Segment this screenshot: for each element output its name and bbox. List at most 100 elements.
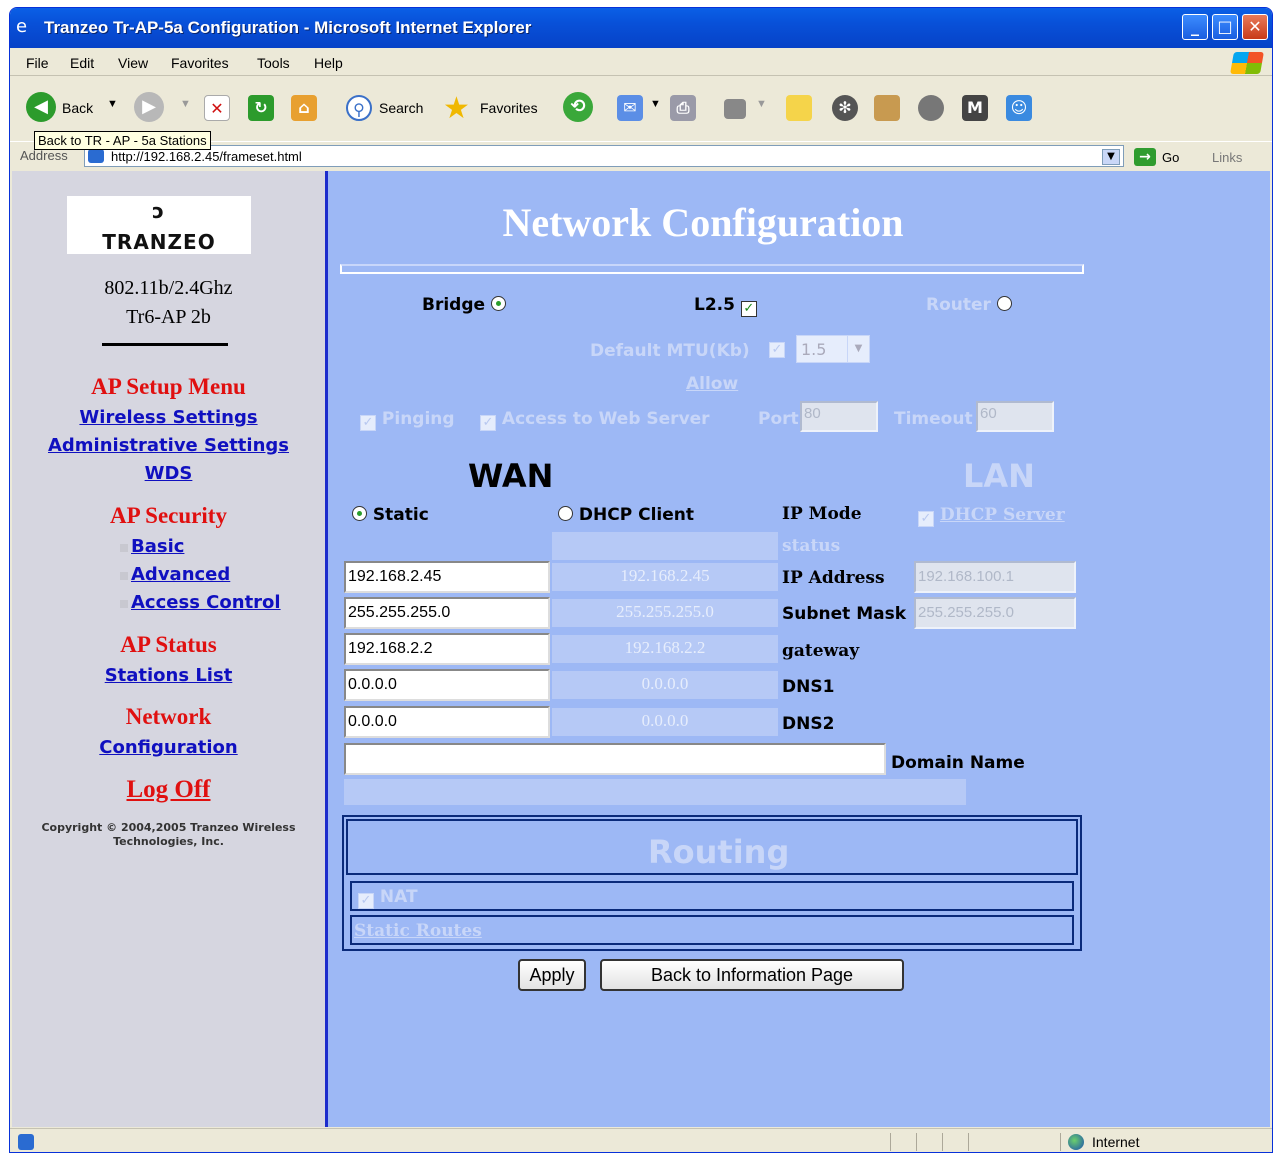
logo-wordmark: TRANZEO (102, 230, 216, 254)
access-control-link[interactable]: Access Control (131, 592, 281, 613)
mtu-dropdown-icon[interactable]: ▼ (847, 336, 869, 362)
address-input[interactable]: http://192.168.2.45/frameset.html (84, 145, 1124, 167)
back-button-label[interactable]: Back (62, 100, 93, 116)
search-icon[interactable]: ⚲ (346, 95, 372, 121)
log-off-link[interactable]: Log Off (126, 776, 210, 803)
default-mtu-label: Default MTU(Kb) (590, 341, 750, 361)
wan-dns1-input[interactable]: 0.0.0.0 (344, 669, 550, 701)
page-content: ↄ TRANZEO 802.11b/2.4Ghz Tr6-AP 2b AP Se… (12, 171, 1270, 1127)
wireless-settings-link[interactable]: Wireless Settings (79, 407, 257, 428)
messenger-icon[interactable]: ✻ (832, 95, 858, 121)
close-button[interactable]: ✕ (1242, 14, 1268, 40)
edit-dropdown-icon[interactable]: ▼ (756, 98, 767, 110)
web-access-option[interactable]: ✓ Access to Web Server (480, 409, 710, 431)
pinging-option[interactable]: ✓ Pinging (360, 409, 455, 431)
nat-option[interactable]: ✓ NAT (358, 887, 418, 909)
l25-checkbox[interactable]: ✓ (740, 301, 757, 317)
web-access-checkbox[interactable]: ✓ (480, 415, 496, 431)
back-dropdown-icon[interactable]: ▼ (107, 98, 118, 110)
status-separator (890, 1133, 891, 1151)
lan-subnet-input[interactable]: 255.255.255.0 (914, 597, 1076, 629)
timeout-input[interactable]: 60 (976, 401, 1054, 432)
wan-heading: WAN (468, 457, 554, 495)
wan-gateway-input[interactable]: 192.168.2.2 (344, 633, 550, 665)
mtu-checkbox[interactable]: ✓ (769, 342, 785, 358)
dhcp-client-option[interactable]: DHCP Client (558, 505, 694, 525)
wan-subnet-input[interactable]: 255.255.255.0 (344, 597, 550, 629)
wan-ip-input[interactable]: 192.168.2.45 (344, 561, 550, 593)
address-dropdown-icon[interactable]: ▼ (1102, 149, 1120, 165)
title-rule (340, 264, 1084, 274)
menu-edit[interactable]: Edit (70, 55, 94, 71)
apply-button[interactable]: Apply (518, 959, 586, 991)
menu-file[interactable]: File (26, 55, 49, 71)
users-icon[interactable]: ☺ (1006, 95, 1032, 121)
l25-option[interactable]: L2.5 ✓ (694, 295, 757, 317)
pinging-checkbox[interactable]: ✓ (360, 415, 376, 431)
static-option[interactable]: Static (352, 505, 429, 525)
research-icon[interactable] (874, 95, 900, 121)
media-icon[interactable]: M (962, 95, 988, 121)
forward-dropdown-icon[interactable]: ▼ (180, 98, 191, 110)
go-arrow-icon[interactable]: → (1134, 148, 1156, 166)
advanced-link[interactable]: Advanced (131, 564, 230, 585)
menu-tools[interactable]: Tools (257, 55, 290, 71)
domain-name-input[interactable] (344, 743, 886, 775)
back-to-information-button[interactable]: Back to Information Page (600, 959, 904, 991)
mtu-select[interactable]: 1.5 ▼ (796, 335, 870, 363)
links-toolbar[interactable]: Links (1212, 150, 1242, 165)
mail-icon[interactable]: ✉ (617, 95, 643, 121)
menu-favorites[interactable]: Favorites (171, 55, 229, 71)
status-subnet: 255.255.255.0 (552, 599, 778, 627)
forward-arrow-icon[interactable]: ▶ (134, 92, 164, 122)
bridge-option[interactable]: Bridge (422, 295, 506, 315)
bridge-radio[interactable] (490, 296, 506, 311)
basic-link[interactable]: Basic (131, 536, 184, 557)
static-routes-link[interactable]: Static Routes (354, 921, 482, 941)
home-icon[interactable]: ⌂ (291, 95, 317, 121)
internet-zone-icon (1068, 1134, 1084, 1150)
discuss-icon[interactable] (786, 95, 812, 121)
stations-list-link[interactable]: Stations List (105, 665, 233, 686)
wds-link[interactable]: WDS (145, 463, 193, 484)
menu-view[interactable]: View (118, 55, 148, 71)
dhcp-server-checkbox[interactable]: ✓ (918, 511, 934, 527)
search-button-label[interactable]: Search (379, 100, 423, 116)
menu-bar: File Edit View Favorites Tools Help (10, 48, 1272, 76)
print-icon[interactable]: ⎙ (670, 95, 696, 121)
dns2-label: DNS2 (782, 714, 835, 734)
minimize-button[interactable]: _ (1182, 14, 1208, 40)
back-arrow-icon[interactable]: ◀ (26, 92, 56, 122)
edit-icon[interactable] (724, 99, 746, 119)
lan-ip-input[interactable]: 192.168.100.1 (914, 561, 1076, 593)
static-label: Static (372, 505, 429, 525)
status-separator (916, 1133, 917, 1151)
favorites-button-label[interactable]: Favorites (480, 100, 538, 116)
status-header-bar (552, 532, 778, 560)
dhcp-client-radio[interactable] (558, 506, 573, 521)
lan-heading: LAN (963, 457, 1035, 495)
chat-icon[interactable] (918, 95, 944, 121)
router-radio[interactable] (996, 296, 1012, 311)
dhcp-server-option[interactable]: ✓ DHCP Server (918, 505, 1065, 527)
nat-checkbox[interactable]: ✓ (358, 893, 374, 909)
port-input[interactable]: 80 (800, 401, 878, 432)
stop-icon[interactable]: ✕ (204, 95, 230, 121)
copyright-line-2: Technologies, Inc. (113, 835, 224, 848)
maximize-button[interactable]: □ (1212, 14, 1238, 40)
history-icon[interactable]: ⟲ (563, 92, 593, 122)
go-button[interactable]: Go (1162, 150, 1179, 165)
administrative-settings-link[interactable]: Administrative Settings (48, 435, 289, 456)
windows-logo-icon (1230, 52, 1264, 74)
refresh-icon[interactable]: ↻ (248, 95, 274, 121)
wan-dns2-input[interactable]: 0.0.0.0 (344, 706, 550, 738)
menu-help[interactable]: Help (314, 55, 343, 71)
configuration-link[interactable]: Configuration (99, 737, 237, 758)
static-radio[interactable] (352, 506, 367, 521)
sidebar-divider (102, 343, 228, 346)
router-option[interactable]: Router (926, 295, 1012, 315)
logo-mark-icon: ↄ (152, 199, 164, 223)
mail-dropdown-icon[interactable]: ▼ (650, 98, 661, 110)
favorites-star-icon[interactable]: ★ (443, 91, 470, 126)
l25-label: L2.5 (694, 295, 735, 315)
